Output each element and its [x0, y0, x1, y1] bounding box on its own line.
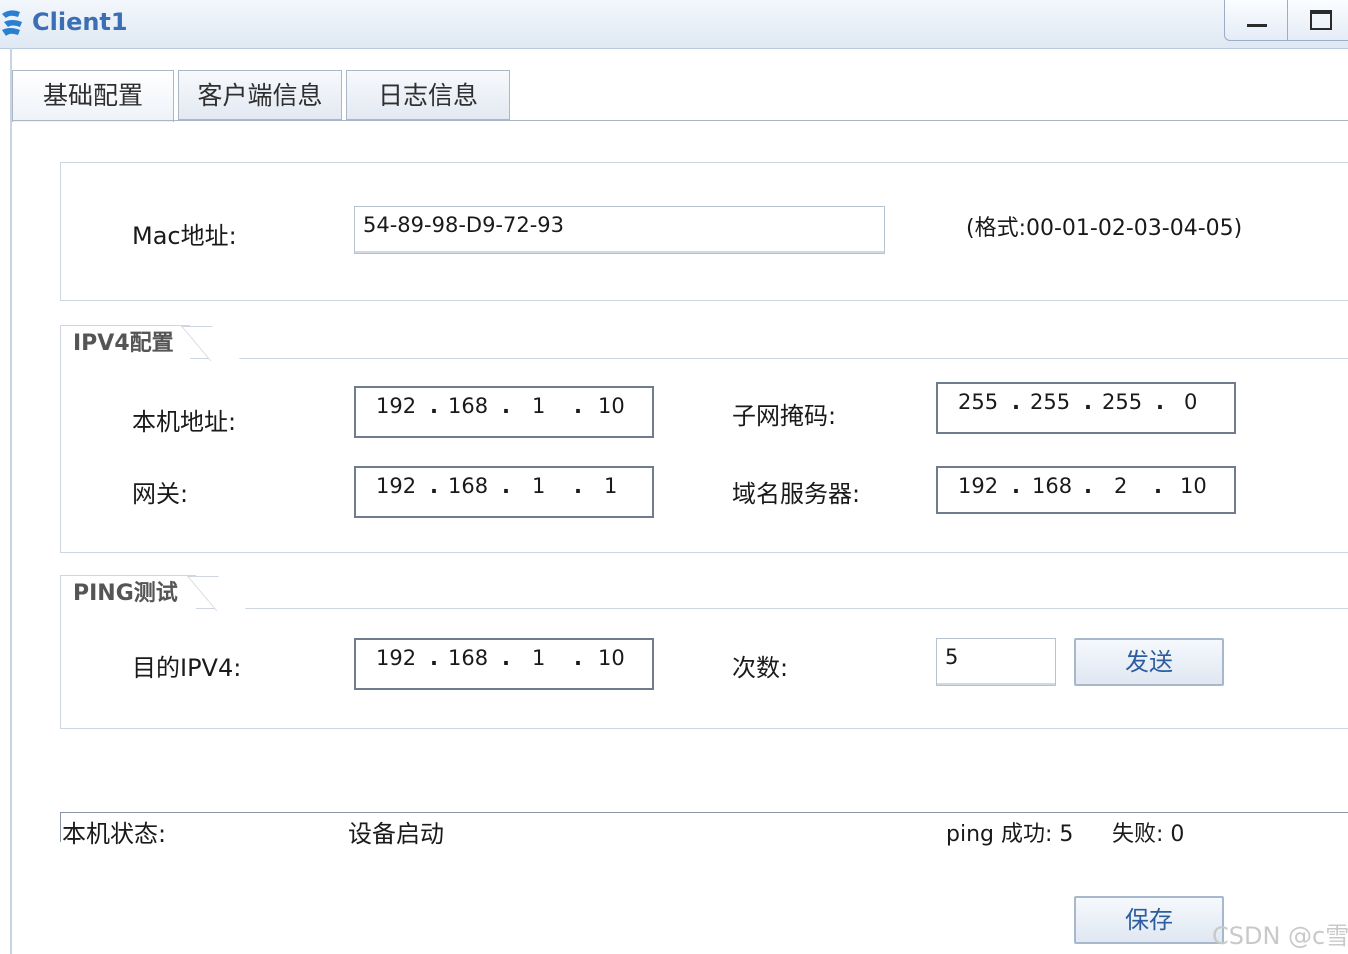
octet: 1	[532, 646, 546, 670]
mac-label: Mac地址:	[132, 222, 237, 250]
dns-label: 域名服务器:	[732, 480, 861, 508]
send-button[interactable]: 发送	[1074, 638, 1224, 686]
gateway-label: 网关:	[132, 480, 189, 508]
ping-fail-count: 失败: 0	[1112, 822, 1185, 847]
status-label: 本机状态:	[62, 820, 167, 848]
octet: 10	[598, 646, 625, 670]
subnet-mask-label: 子网掩码:	[732, 402, 837, 430]
octet: 0	[1184, 390, 1198, 414]
octet: 192	[376, 394, 417, 418]
ping-target-input[interactable]: 192 . 168 . 1 . 10	[354, 638, 654, 690]
mac-format-hint: (格式:00-01-02-03-04-05)	[966, 216, 1243, 241]
gateway-input[interactable]: 192 . 168 . 1 . 1	[354, 466, 654, 518]
octet: 1	[532, 394, 546, 418]
tab-client-info[interactable]: 客户端信息	[178, 70, 342, 120]
save-button[interactable]: 保存	[1074, 896, 1224, 944]
watermark: CSDN @c雪	[1212, 922, 1348, 950]
minimize-button[interactable]	[1225, 0, 1288, 40]
octet: 1	[604, 474, 618, 498]
dns-input[interactable]: 192 . 168 . 2 . 10	[936, 466, 1236, 514]
octet: 255	[958, 390, 999, 414]
maximize-icon	[1310, 10, 1332, 30]
host-ip-label: 本机地址:	[132, 408, 237, 436]
octet: 168	[448, 474, 489, 498]
window-controls	[1224, 0, 1348, 41]
window-title: Client1	[32, 8, 128, 36]
app-icon	[2, 10, 22, 36]
octet: 255	[1102, 390, 1143, 414]
octet: 192	[376, 646, 417, 670]
octet: 168	[448, 646, 489, 670]
octet: 192	[376, 474, 417, 498]
octet: 10	[598, 394, 625, 418]
host-ip-input[interactable]: 192 . 168 . 1 . 10	[354, 386, 654, 438]
ping-target-label: 目的IPV4:	[132, 654, 242, 682]
ping-success-count: ping 成功: 5	[946, 822, 1074, 847]
octet: 255	[1030, 390, 1071, 414]
octet: 10	[1180, 474, 1207, 498]
window-border	[10, 48, 12, 954]
subnet-mask-input[interactable]: 255 . 255 . 255 . 0	[936, 382, 1236, 434]
octet: 168	[1032, 474, 1073, 498]
mac-input[interactable]: 54-89-98-D9-72-93	[354, 206, 885, 254]
status-divider	[60, 812, 1348, 813]
tab-log-info[interactable]: 日志信息	[346, 70, 510, 120]
tab-divider	[12, 120, 1348, 121]
ping-count-label: 次数:	[732, 654, 789, 682]
maximize-button[interactable]	[1288, 0, 1348, 40]
octet: 168	[448, 394, 489, 418]
octet: 2	[1114, 474, 1128, 498]
status-value: 设备启动	[348, 820, 444, 848]
ping-count-input[interactable]: 5	[936, 638, 1056, 686]
minimize-icon	[1247, 24, 1267, 27]
octet: 192	[958, 474, 999, 498]
ping-legend: PING测试	[60, 575, 196, 609]
tab-basic-config[interactable]: 基础配置	[12, 70, 174, 122]
title-bar: Client1	[0, 0, 1348, 49]
ipv4-legend: IPV4配置	[60, 325, 190, 359]
octet: 1	[532, 474, 546, 498]
